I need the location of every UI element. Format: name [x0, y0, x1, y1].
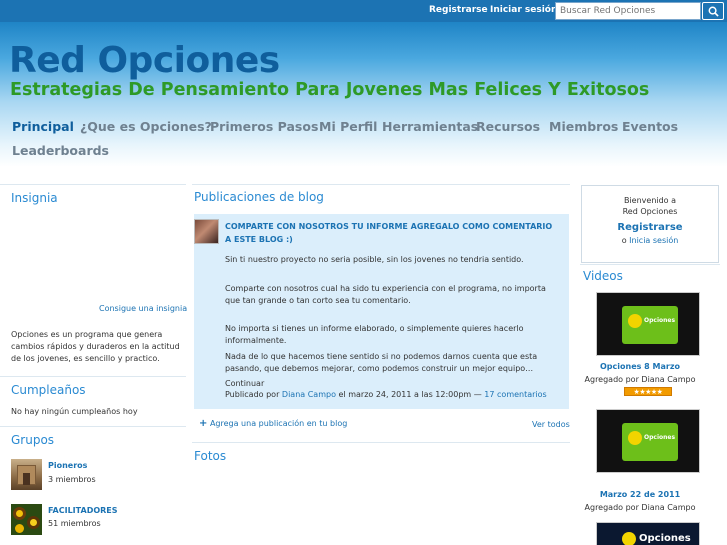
nav-item-leaderboards[interactable]: Leaderboards — [12, 143, 109, 158]
nav-item-que-es-opciones[interactable]: ¿Que es Opciones? — [80, 119, 212, 134]
video-logo: Opciones — [622, 423, 678, 461]
video-thumbnail[interactable]: Opciones — [596, 409, 700, 473]
birthdays-section-title: Cumpleaños — [11, 383, 86, 397]
post-paragraph: Comparte con nosotros cual ha sido tu ex… — [225, 284, 546, 305]
photos-section-title: Fotos — [194, 449, 227, 463]
nav-item-primeros-pasos[interactable]: Primeros Pasos — [210, 119, 318, 134]
post-title[interactable]: COMPARTE CON NOSOTROS TU INFORME AGREGAL… — [225, 220, 560, 246]
welcome-login-link[interactable]: Inicia sesión — [629, 236, 678, 245]
welcome-box: Bienvenido a Red Opciones Registrarse o … — [581, 185, 719, 263]
divider — [0, 426, 186, 427]
search-input[interactable] — [555, 2, 701, 20]
nav-item-mi-perfil[interactable]: Mi Perfil — [319, 119, 377, 134]
divider — [580, 264, 720, 265]
group-name[interactable]: FACILITADORES — [48, 505, 118, 517]
video-title-link[interactable]: Marzo 22 de 2011 — [580, 490, 700, 499]
video-title-link[interactable]: Opciones 8 Marzo — [580, 362, 700, 371]
post-meta-date: el marzo 24, 2011 a las 12:00pm — — [338, 390, 482, 399]
add-post-link[interactable]: Agrega una publicación en tu blog — [210, 419, 347, 428]
video-thumb-caption: Opciones — [639, 533, 691, 544]
get-badge-link[interactable]: Consigue una insignia — [99, 303, 187, 315]
sun-icon — [628, 314, 642, 328]
sun-icon — [628, 431, 642, 445]
divider — [0, 376, 186, 377]
or-text: o — [621, 236, 627, 245]
add-post-action[interactable]: + Agrega una publicación en tu blog — [199, 418, 347, 429]
video-thumb-caption: Opciones — [644, 317, 676, 324]
search-button[interactable] — [702, 2, 724, 20]
post-meta: Publicado por Diana Campo el marzo 24, 2… — [225, 389, 547, 401]
blog-section-title: Publicaciones de blog — [194, 190, 324, 204]
nav-item-recursos[interactable]: Recursos — [476, 119, 540, 134]
register-link[interactable]: Registrarse — [429, 5, 488, 15]
video-thumbnail[interactable]: Opciones — [596, 522, 700, 545]
nav-item-miembros[interactable]: Miembros — [549, 119, 618, 134]
search-icon — [708, 6, 719, 17]
groups-section-title: Grupos — [11, 433, 55, 447]
site-tagline: Estrategias De Pensamiento Para Jovenes … — [10, 80, 650, 100]
author-avatar[interactable] — [194, 219, 219, 244]
post-comments-link[interactable]: 17 comentarios — [484, 390, 546, 399]
nav-item-herramientas[interactable]: Herramientas — [382, 119, 478, 134]
sun-icon — [622, 532, 636, 545]
welcome-line-1: Bienvenido a — [623, 196, 677, 205]
post-paragraph: Sin ti nuestro proyecto no seria posible… — [225, 255, 524, 264]
group-name[interactable]: Pioneros — [48, 460, 87, 472]
site-title[interactable]: Red Opciones — [9, 40, 280, 81]
post-paragraph: Nada de lo que hacemos tiene sentido si … — [225, 352, 538, 373]
video-added-by: Agregado por Diana Campo — [584, 503, 696, 512]
group-thumbnail[interactable] — [11, 459, 42, 490]
divider — [0, 184, 186, 185]
welcome-line-2: Red Opciones — [622, 207, 678, 216]
group-members: 3 miembros — [48, 475, 96, 484]
star-rating: ★★★★★ — [624, 387, 672, 396]
group-thumbnail[interactable] — [11, 504, 42, 535]
badge-description: Opciones es un programa que genera cambi… — [11, 330, 180, 363]
welcome-register-link[interactable]: Registrarse — [582, 222, 718, 233]
post-paragraph: No importa si tienes un informe elaborad… — [225, 324, 524, 345]
group-members: 51 miembros — [48, 519, 101, 528]
login-link[interactable]: Iniciar sesión — [490, 5, 557, 15]
add-icon: + — [199, 418, 208, 429]
birthdays-empty-text: No hay ningún cumpleaños hoy — [11, 407, 138, 416]
nav-item-eventos[interactable]: Eventos — [622, 119, 678, 134]
see-all-link[interactable]: Ver todos — [532, 419, 570, 431]
videos-section-title: Videos — [583, 269, 623, 283]
divider — [192, 184, 570, 185]
video-added-by: Agregado por Diana Campo — [584, 375, 696, 384]
nav-item-principal[interactable]: Principal — [12, 119, 74, 134]
video-logo: Opciones — [622, 306, 678, 344]
welcome-login-line: o Inicia sesión — [582, 236, 718, 245]
video-thumb-caption: Opciones — [644, 434, 676, 441]
badge-section-title: Insignia — [11, 191, 58, 205]
divider — [192, 442, 570, 443]
top-user-bar: Registrarse Iniciar sesión — [0, 0, 727, 22]
post-meta-prefix: Publicado por — [225, 390, 280, 399]
video-thumbnail[interactable]: Opciones — [596, 292, 700, 356]
post-author-link[interactable]: Diana Campo — [282, 390, 336, 399]
